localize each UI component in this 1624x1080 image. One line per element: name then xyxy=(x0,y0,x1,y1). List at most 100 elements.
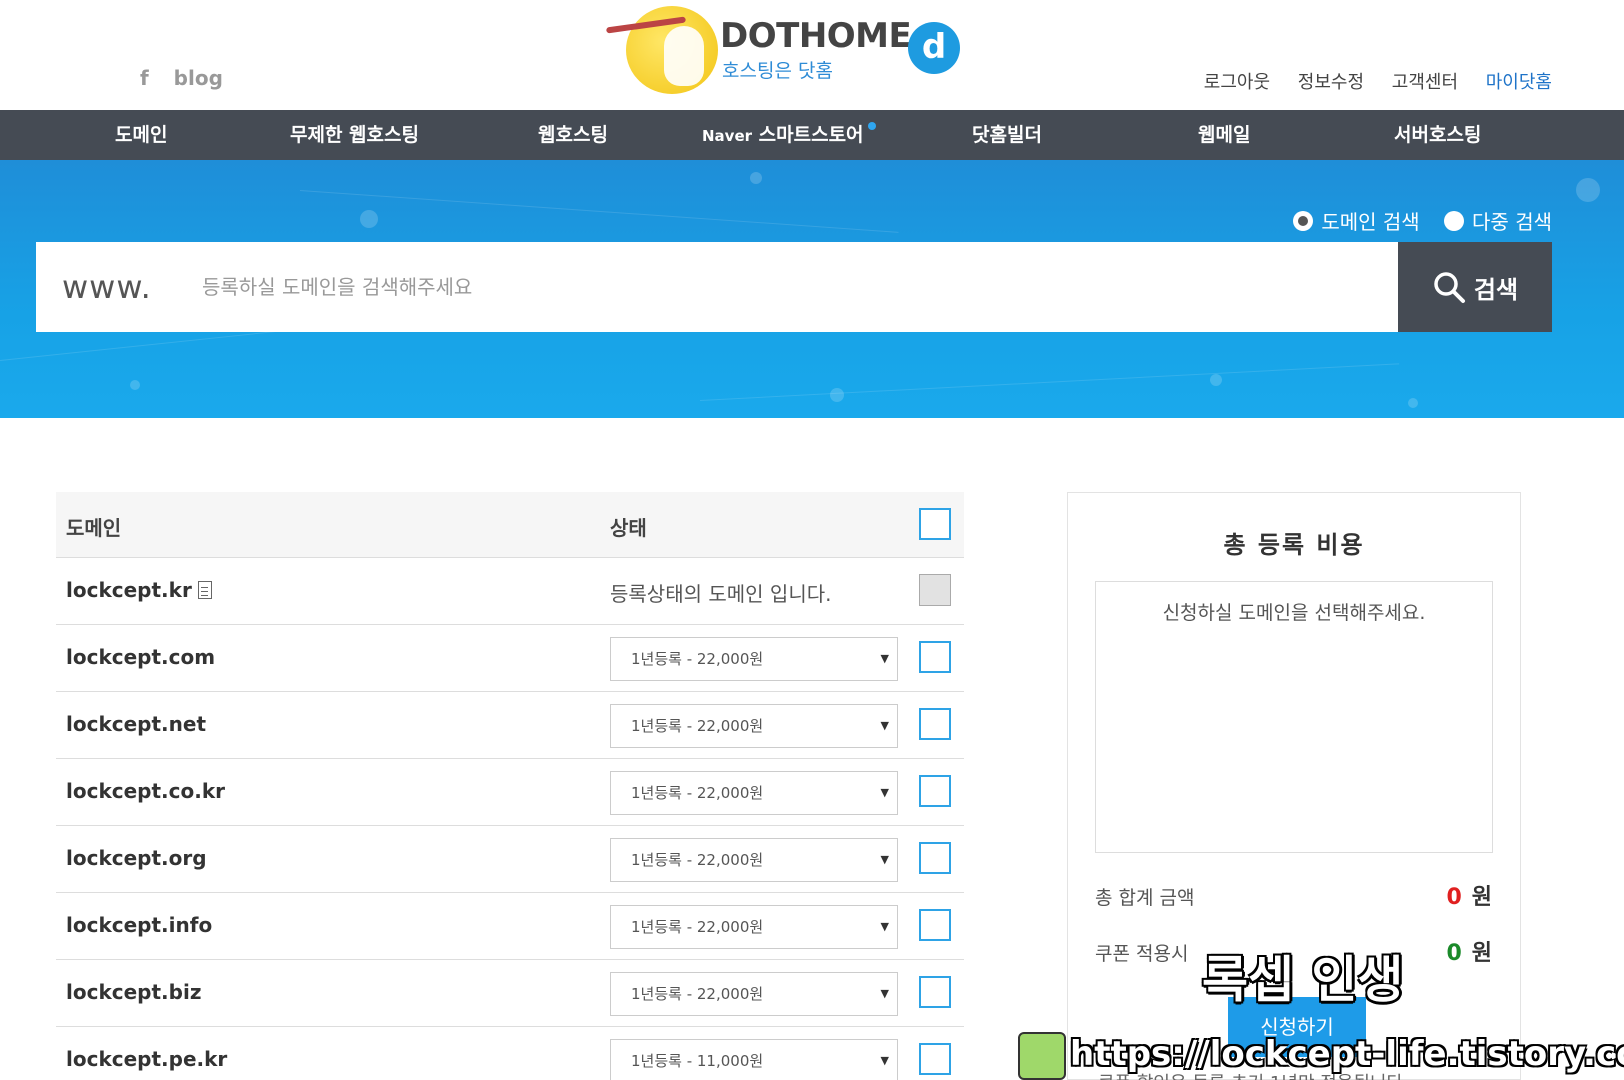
search-icon xyxy=(1434,272,1465,303)
row-checkbox[interactable] xyxy=(919,909,951,941)
caret-down-icon: ▼ xyxy=(880,786,889,799)
period-select-value: 1년등록 - 11,000원 xyxy=(631,1052,764,1070)
domain-name: lockcept.biz xyxy=(66,980,202,1004)
nav-builder[interactable]: 닷홈빌더 xyxy=(972,110,1042,160)
period-select-value: 1년등록 - 22,000원 xyxy=(631,717,764,735)
radio-unselected-icon xyxy=(1444,210,1465,231)
total-currency: 원 xyxy=(1471,885,1492,910)
domain-name: lockcept.org xyxy=(66,846,207,870)
period-select-value: 1년등록 - 22,000원 xyxy=(631,784,764,802)
table-row: lockcept.com 1년등록 - 22,000원 ▼ xyxy=(56,625,964,692)
table-row: lockcept.info 1년등록 - 22,000원 ▼ xyxy=(56,893,964,960)
row-checkbox[interactable] xyxy=(919,641,951,673)
column-domain: 도메인 xyxy=(66,516,122,540)
blog-link[interactable]: blog xyxy=(174,66,223,90)
radio-multi-search[interactable]: 다중 검색 xyxy=(1444,206,1552,235)
coupon-label: 쿠폰 적용시 xyxy=(1095,943,1189,965)
table-row: lockcept.org 1년등록 - 22,000원 ▼ xyxy=(56,826,964,893)
watermark-title: 록셉 인생 xyxy=(1202,951,1404,1009)
logo-brand: DOTHOME xyxy=(720,16,912,56)
domain-table: 도메인 상태 lockcept.kr 등록상태의 도메인 입니다. lockce… xyxy=(56,492,964,1080)
coupon-currency: 원 xyxy=(1471,941,1492,966)
table-row: lockcept.pe.kr 1년등록 - 11,000원 ▼ xyxy=(56,1027,964,1080)
table-row: lockcept.co.kr 1년등록 - 22,000원 ▼ xyxy=(56,759,964,826)
search-button[interactable]: 검색 xyxy=(1398,242,1552,332)
caret-down-icon: ▼ xyxy=(880,1054,889,1067)
select-all-checkbox[interactable] xyxy=(919,508,951,540)
caret-down-icon: ▼ xyxy=(880,652,889,665)
empty-selection-message: 신청하실 도메인을 선택해주세요. xyxy=(1162,602,1426,624)
dothome-logo[interactable]: DOTHOME 호스팅은 닷홈 d xyxy=(605,6,966,96)
column-status: 상태 xyxy=(610,516,647,540)
row-checkbox-disabled xyxy=(919,574,951,606)
row-checkbox[interactable] xyxy=(919,976,951,1008)
network-node xyxy=(1576,178,1600,202)
coupon-value: 0 xyxy=(1446,941,1462,966)
www-prefix: www. xyxy=(62,268,152,306)
row-checkbox[interactable] xyxy=(919,1043,951,1075)
social-links: f blog xyxy=(140,66,241,90)
network-node xyxy=(1408,398,1418,408)
row-checkbox[interactable] xyxy=(919,842,951,874)
customer-center-link[interactable]: 고객센터 xyxy=(1392,72,1458,93)
domain-label: lockcept.kr xyxy=(66,578,192,602)
search-band: 도메인 검색 다중 검색 www. 검색 xyxy=(0,160,1624,418)
selected-domains-box: 신청하실 도메인을 선택해주세요. xyxy=(1095,581,1493,853)
domain-name: lockcept.com xyxy=(66,645,216,669)
row-checkbox[interactable] xyxy=(919,775,951,807)
table-row: lockcept.biz 1년등록 - 22,000원 ▼ xyxy=(56,960,964,1027)
period-select[interactable]: 1년등록 - 11,000원 ▼ xyxy=(610,1039,898,1080)
domain-search-box: www. xyxy=(36,242,1552,332)
period-select[interactable]: 1년등록 - 22,000원 ▼ xyxy=(610,637,898,681)
period-select[interactable]: 1년등록 - 22,000원 ▼ xyxy=(610,771,898,815)
period-select-value: 1년등록 - 22,000원 xyxy=(631,985,764,1003)
logo-tagline: 호스팅은 닷홈 xyxy=(722,60,833,82)
caret-down-icon: ▼ xyxy=(880,987,889,1000)
logout-link[interactable]: 로그아웃 xyxy=(1204,72,1270,93)
table-header: 도메인 상태 xyxy=(56,492,964,558)
network-node xyxy=(750,172,762,184)
period-select[interactable]: 1년등록 - 22,000원 ▼ xyxy=(610,704,898,748)
table-row: lockcept.net 1년등록 - 22,000원 ▼ xyxy=(56,692,964,759)
radio-multi-label: 다중 검색 xyxy=(1472,210,1552,234)
search-button-label: 검색 xyxy=(1473,275,1519,304)
nav-unlimited-hosting[interactable]: 무제한 웹호스팅 xyxy=(290,110,419,160)
period-select-value: 1년등록 - 22,000원 xyxy=(631,851,764,869)
rabbit-icon xyxy=(664,26,704,86)
main-nav: 도메인 무제한 웹호스팅 웹호스팅 Naver 스마트스토어 닷홈빌더 웹메일 … xyxy=(0,110,1624,160)
period-select[interactable]: 1년등록 - 22,000원 ▼ xyxy=(610,838,898,882)
domain-search-input[interactable] xyxy=(202,262,1352,312)
domain-name: lockcept.pe.kr xyxy=(66,1047,228,1071)
d-badge-icon: d xyxy=(908,22,960,74)
facebook-icon[interactable]: f xyxy=(140,66,149,90)
row-checkbox[interactable] xyxy=(919,708,951,740)
period-select-value: 1년등록 - 22,000원 xyxy=(631,918,764,936)
search-mode-radios: 도메인 검색 다중 검색 xyxy=(1275,206,1552,236)
caret-down-icon: ▼ xyxy=(880,920,889,933)
status-text: 등록상태의 도메인 입니다. xyxy=(610,582,832,606)
nav-smartstore-label: 스마트스토어 xyxy=(758,124,864,146)
radio-domain-search[interactable]: 도메인 검색 xyxy=(1293,206,1420,235)
total-label: 총 합계 금액 xyxy=(1095,887,1195,909)
document-icon[interactable] xyxy=(197,581,212,599)
period-select[interactable]: 1년등록 - 22,000원 ▼ xyxy=(610,972,898,1016)
panel-title: 총 등록 비용 xyxy=(1223,531,1365,559)
my-dothome-link[interactable]: 마이닷홈 xyxy=(1486,72,1552,93)
utility-links: 로그아웃 정보수정 고객센터 마이닷홈 xyxy=(1182,68,1552,94)
nav-web-hosting[interactable]: 웹호스팅 xyxy=(538,110,608,160)
total-value: 0 xyxy=(1446,885,1462,910)
domain-name: lockcept.info xyxy=(66,913,213,937)
nav-server-hosting[interactable]: 서버호스팅 xyxy=(1394,110,1481,160)
nav-webmail[interactable]: 웹메일 xyxy=(1198,110,1250,160)
network-line xyxy=(700,363,1400,401)
period-select[interactable]: 1년등록 - 22,000원 ▼ xyxy=(610,905,898,949)
nav-naver-label: Naver xyxy=(702,127,753,145)
network-node xyxy=(1210,374,1222,386)
network-node xyxy=(830,388,844,402)
edit-info-link[interactable]: 정보수정 xyxy=(1298,72,1364,93)
domain-name: lockcept.co.kr xyxy=(66,779,226,803)
nav-naver-smartstore[interactable]: Naver 스마트스토어 xyxy=(702,110,876,160)
nav-domain[interactable]: 도메인 xyxy=(115,110,167,160)
mascot-icon xyxy=(1018,1032,1066,1080)
radio-domain-label: 도메인 검색 xyxy=(1321,210,1420,234)
